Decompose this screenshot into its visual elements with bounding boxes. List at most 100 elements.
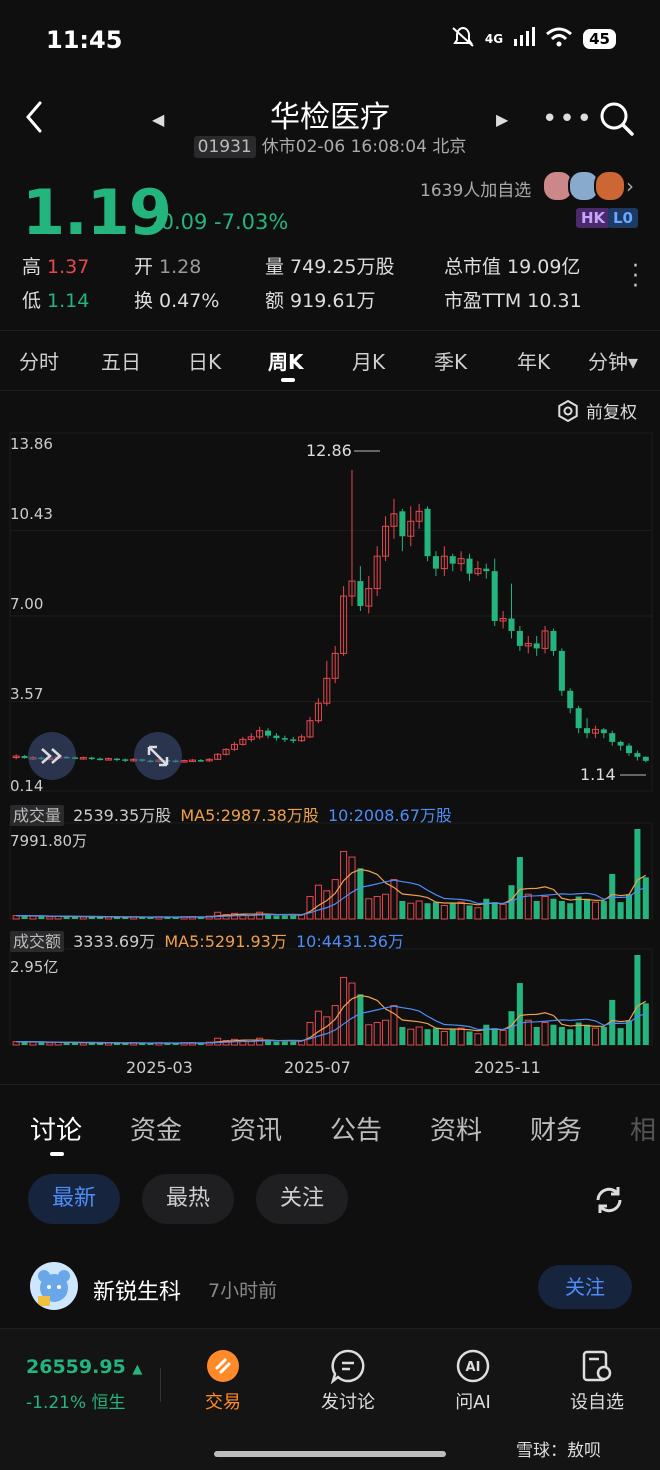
x-tick-label: 2025-07 xyxy=(284,1058,351,1077)
watchers-count[interactable]: 1639人加自选 xyxy=(420,176,531,201)
bar xyxy=(281,915,288,919)
max-price-label: 12.86 xyxy=(306,441,352,460)
nav-ask-ai[interactable]: AI 问AI xyxy=(428,1348,518,1414)
bar xyxy=(449,903,456,919)
expand-stats-icon[interactable]: · · · xyxy=(632,256,639,298)
candle-body xyxy=(625,745,633,754)
stat-value: 10.31 xyxy=(527,290,582,312)
filter-following[interactable]: 关注 xyxy=(256,1174,349,1224)
bar xyxy=(415,900,423,920)
stat-value: 1.28 xyxy=(159,256,202,278)
stat-label: 换 xyxy=(134,290,154,312)
bar xyxy=(483,898,490,919)
amount-bars xyxy=(12,955,649,1046)
volume-title[interactable]: 成交量 xyxy=(10,805,65,826)
tab-news[interactable]: 资讯 xyxy=(230,1110,282,1147)
chevron-right-icon[interactable]: › xyxy=(626,174,634,198)
tab-monthly-k[interactable]: 月K xyxy=(352,346,385,375)
bar xyxy=(591,1027,599,1046)
bar xyxy=(46,1042,54,1046)
active-tab-indicator xyxy=(281,378,295,382)
bar xyxy=(625,1020,633,1045)
bar xyxy=(365,898,373,920)
bar xyxy=(466,1031,473,1045)
next-stock-icon[interactable]: ▶ xyxy=(496,110,508,129)
tab-intraday[interactable]: 分时 xyxy=(19,346,59,375)
more-icon[interactable]: ••• xyxy=(542,104,594,134)
candle-body xyxy=(634,753,641,757)
bar xyxy=(247,915,255,920)
stat-label: 开 xyxy=(134,256,154,278)
nav-post[interactable]: 发讨论 xyxy=(303,1348,393,1414)
bar xyxy=(323,1016,331,1046)
stat-open: 开 1.28 xyxy=(134,252,201,279)
tab-announcements[interactable]: 公告 xyxy=(330,1110,382,1147)
home-indicator[interactable] xyxy=(214,1451,446,1457)
divider xyxy=(160,1368,161,1402)
tab-related[interactable]: 相 xyxy=(630,1110,656,1147)
bar xyxy=(457,1027,465,1046)
tab-quarterly-k[interactable]: 季K xyxy=(434,346,467,375)
amount-title[interactable]: 成交额 xyxy=(10,931,65,952)
bar xyxy=(558,1026,565,1045)
candle-body xyxy=(584,728,591,734)
tab-minute[interactable]: 分钟▾ xyxy=(588,346,638,375)
chat-icon xyxy=(330,1349,365,1384)
bar xyxy=(567,903,574,919)
bar xyxy=(373,1021,381,1046)
kline-chart[interactable]: 13.86 10.43 7.00 3.57 0.14 12.86 1.14 79… xyxy=(0,425,660,1085)
index-change: -1.21% 恒生 xyxy=(26,1393,126,1413)
bar xyxy=(390,879,398,920)
fast-forward-button[interactable] xyxy=(28,732,76,780)
prev-stock-icon[interactable]: ◀ xyxy=(152,110,164,129)
tab-yearly-k[interactable]: 年K xyxy=(517,346,550,375)
stat-value: 919.61万 xyxy=(290,290,376,312)
tab-profile[interactable]: 资料 xyxy=(430,1110,482,1147)
bar xyxy=(281,1041,288,1045)
bar xyxy=(466,905,473,919)
bar xyxy=(584,898,591,919)
candle-body xyxy=(558,650,565,691)
refresh-icon[interactable] xyxy=(592,1183,626,1217)
bar xyxy=(533,900,540,919)
market-status: 01931 休市02-06 16:08:04 北京 xyxy=(0,132,660,158)
bar xyxy=(432,902,439,919)
candle-body xyxy=(265,730,272,736)
bar xyxy=(474,1033,482,1046)
adjust-toggle[interactable]: 前复权 xyxy=(556,398,637,423)
watcher-avatars[interactable] xyxy=(542,170,626,202)
tab-financials[interactable]: 财务 xyxy=(530,1110,582,1147)
bar xyxy=(516,983,523,1045)
tab-capital[interactable]: 资金 xyxy=(130,1110,182,1147)
nav-add-watchlist[interactable]: 设自选 xyxy=(552,1348,642,1414)
tab-daily-k[interactable]: 日K xyxy=(188,346,221,375)
bar xyxy=(63,916,70,919)
tab-five-day[interactable]: 五日 xyxy=(101,346,141,375)
search-icon[interactable] xyxy=(598,100,636,138)
adjust-label: 前复权 xyxy=(586,403,637,423)
bar xyxy=(38,1042,45,1045)
candle-body xyxy=(449,556,456,564)
avatar[interactable] xyxy=(30,1262,78,1310)
follow-button[interactable]: 关注 xyxy=(538,1265,632,1309)
nav-trade[interactable]: 交易 xyxy=(178,1348,268,1414)
stat-value: 749.25万股 xyxy=(290,256,395,278)
candle-body xyxy=(617,741,624,746)
index-value[interactable]: 26559.95 ▲ xyxy=(26,1356,142,1378)
tab-discussion[interactable]: 讨论 xyxy=(30,1110,82,1147)
fullscreen-button[interactable] xyxy=(134,732,182,780)
filter-latest[interactable]: 最新 xyxy=(28,1174,121,1224)
x-tick-label: 2025-03 xyxy=(126,1058,193,1077)
stat-value: 1.14 xyxy=(47,290,90,312)
post-username[interactable]: 新锐生科 xyxy=(93,1274,181,1306)
bar xyxy=(541,895,549,920)
tab-weekly-k[interactable]: 周K xyxy=(268,346,304,375)
candle-body xyxy=(432,556,439,569)
stat-value: 0.47% xyxy=(159,290,220,312)
bar xyxy=(474,907,482,920)
filter-hot[interactable]: 最热 xyxy=(142,1174,235,1224)
bar xyxy=(634,955,641,1045)
index-value-text: 26559.95 xyxy=(26,1356,126,1378)
candle-body xyxy=(550,630,557,651)
stat-label: 额 xyxy=(265,290,285,312)
